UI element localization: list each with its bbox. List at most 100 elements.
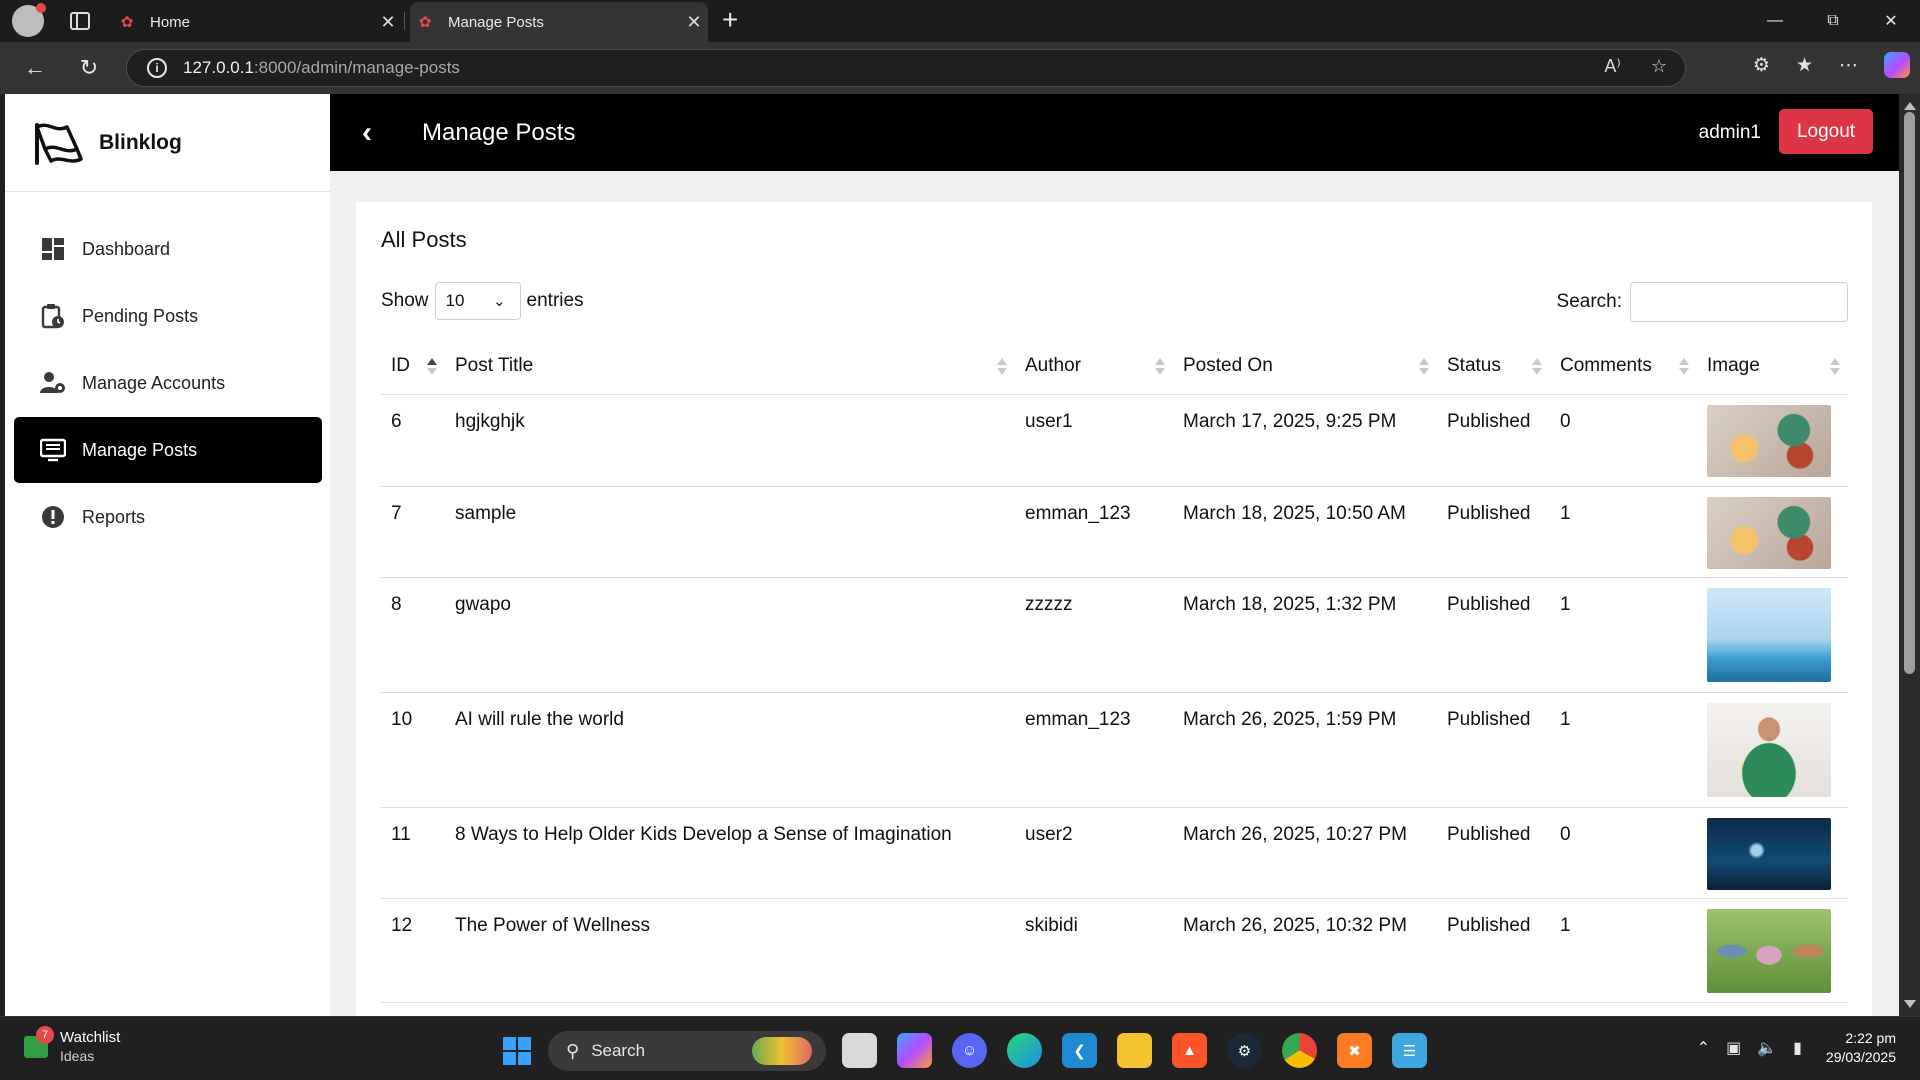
- widget-title: Watchlist: [60, 1029, 121, 1046]
- show-label: Show: [381, 290, 429, 311]
- cell-posted-on: March 26, 2025, 10:27 PM: [1173, 807, 1437, 899]
- cell-comments: 1: [1550, 898, 1697, 1003]
- chevron-left-icon[interactable]: ‹: [362, 117, 386, 147]
- cell-posted-on: March 26, 2025, 10:32 PM: [1173, 898, 1437, 1003]
- cell-comments: 1: [1550, 692, 1697, 808]
- edge-icon[interactable]: [1007, 1033, 1042, 1068]
- column-header-author[interactable]: Author: [1015, 338, 1173, 395]
- post-image-exercise[interactable]: [1707, 908, 1831, 993]
- display-icon[interactable]: ▣: [1726, 1038, 1741, 1058]
- copilot-app-icon[interactable]: [897, 1033, 932, 1068]
- cell-author: user2: [1015, 807, 1173, 899]
- cell-status: Published: [1437, 577, 1550, 693]
- cell-posted-on: March 18, 2025, 10:50 AM: [1173, 486, 1437, 578]
- extensions-icon[interactable]: ⚙: [1753, 54, 1770, 77]
- steam-icon[interactable]: ⚙: [1227, 1033, 1262, 1068]
- column-header-post-title[interactable]: Post Title: [445, 338, 1015, 395]
- brand[interactable]: Blinklog: [5, 94, 330, 192]
- browser-tab-manage-posts[interactable]: ✿ Manage Posts ✕: [410, 2, 708, 42]
- read-aloud-icon[interactable]: A⁾: [1604, 56, 1620, 77]
- taskbar-search[interactable]: ⚲ Search: [548, 1031, 826, 1071]
- table-row[interactable]: 8 gwapo zzzzz March 18, 2025, 1:32 PM Pu…: [381, 577, 1848, 693]
- sidebar-item-dashboard[interactable]: Dashboard: [14, 216, 322, 282]
- scroll-up-icon[interactable]: [1904, 102, 1916, 110]
- tab-actions-icon[interactable]: [70, 12, 90, 30]
- cell-id: 12: [381, 898, 445, 1003]
- close-window-icon[interactable]: ✕: [1862, 0, 1920, 42]
- more-menu-icon[interactable]: ⋯: [1839, 54, 1858, 77]
- post-image-night-sea[interactable]: [1707, 817, 1831, 890]
- volume-icon[interactable]: 🔈: [1757, 1038, 1777, 1058]
- post-image-portrait[interactable]: [1707, 702, 1831, 797]
- search-input[interactable]: [1630, 282, 1848, 322]
- table-row[interactable]: 12 The Power of Wellness skibidi March 2…: [381, 898, 1848, 1003]
- table-row[interactable]: 11 8 Ways to Help Older Kids Develop a S…: [381, 807, 1848, 899]
- chevron-up-icon[interactable]: ⌃: [1697, 1038, 1710, 1058]
- cell-status: Published: [1437, 394, 1550, 487]
- cell-posted-on: March 26, 2025, 1:59 PM: [1173, 692, 1437, 808]
- reload-icon[interactable]: ↻: [72, 51, 106, 85]
- copilot-icon[interactable]: [1884, 52, 1910, 78]
- posts-table: ID Post Title Author Posted On Status Co…: [381, 338, 1848, 1003]
- logout-button[interactable]: Logout: [1779, 109, 1873, 154]
- sidebar-item-label: Manage Posts: [82, 439, 198, 460]
- post-image-food[interactable]: [1707, 404, 1831, 477]
- tab-close-icon[interactable]: ✕: [680, 12, 708, 33]
- favorites-icon[interactable]: ★: [1796, 54, 1813, 77]
- column-header-posted-on[interactable]: Posted On: [1173, 338, 1437, 395]
- site-info-icon[interactable]: i: [147, 58, 167, 78]
- post-image-food[interactable]: [1707, 496, 1831, 569]
- brand-name: Blinklog: [99, 130, 182, 154]
- page-length-select[interactable]: 10 ⌄: [434, 282, 521, 320]
- discord-icon[interactable]: ☺: [952, 1033, 987, 1068]
- cell-image: [1697, 692, 1848, 808]
- file-explorer-icon[interactable]: [1117, 1033, 1152, 1068]
- new-tab-icon[interactable]: +: [722, 6, 738, 34]
- favorite-star-icon[interactable]: ☆: [1651, 56, 1667, 77]
- table-row[interactable]: 10 AI will rule the world emman_123 Marc…: [381, 692, 1848, 808]
- clipboard-clock-icon: [40, 303, 66, 329]
- browser-tab-home[interactable]: ✿ Home ✕: [112, 2, 402, 42]
- cell-comments: 1: [1550, 486, 1697, 578]
- back-arrow-icon[interactable]: ←: [18, 51, 52, 85]
- tab-title: Manage Posts: [448, 13, 544, 31]
- task-view-icon[interactable]: [842, 1033, 877, 1068]
- scrollbar-thumb[interactable]: [1904, 112, 1915, 674]
- cell-author: emman_123: [1015, 692, 1173, 808]
- tab-close-icon[interactable]: ✕: [374, 12, 402, 33]
- column-header-image[interactable]: Image: [1697, 338, 1848, 395]
- watchlist-widget[interactable]: 7 Watchlist Ideas: [24, 1026, 121, 1065]
- profile-avatar[interactable]: [12, 3, 46, 37]
- table-row[interactable]: 6 hgjkghjk user1 March 17, 2025, 9:25 PM…: [381, 394, 1848, 487]
- battery-icon[interactable]: ▮: [1793, 1038, 1802, 1058]
- sidebar-item-pending-posts[interactable]: Pending Posts: [14, 283, 322, 349]
- notepad-icon[interactable]: ☰: [1392, 1033, 1427, 1068]
- post-image-travel[interactable]: [1707, 587, 1831, 682]
- maximize-icon[interactable]: ⧉: [1804, 0, 1862, 42]
- sidebar-item-reports[interactable]: Reports: [14, 484, 322, 550]
- clock-date: 29/03/2025: [1825, 1049, 1896, 1065]
- user-gear-icon: [40, 370, 66, 396]
- sidebar-item-manage-accounts[interactable]: Manage Accounts: [14, 350, 322, 416]
- sidebar-item-manage-posts[interactable]: Manage Posts: [14, 417, 322, 483]
- xampp-icon[interactable]: ✖: [1337, 1033, 1372, 1068]
- windows-start-icon[interactable]: [503, 1037, 531, 1065]
- column-header-comments[interactable]: Comments: [1550, 338, 1697, 395]
- minimize-icon[interactable]: —: [1746, 0, 1804, 42]
- cell-title: sample: [445, 486, 1015, 578]
- column-header-status[interactable]: Status: [1437, 338, 1550, 395]
- table-row[interactable]: 7 sample emman_123 March 18, 2025, 10:50…: [381, 486, 1848, 578]
- cell-author: zzzzz: [1015, 577, 1173, 693]
- page-scrollbar[interactable]: [1899, 94, 1920, 1016]
- scroll-down-icon[interactable]: [1904, 1000, 1916, 1008]
- chrome-icon[interactable]: [1282, 1033, 1317, 1068]
- laravel-favicon-icon: ✿: [418, 14, 432, 31]
- column-header-id[interactable]: ID: [381, 338, 445, 395]
- widget-subtitle: Ideas: [60, 1048, 95, 1064]
- url-field[interactable]: i 127.0.0.1:8000/admin/manage-posts A⁾ ☆: [126, 49, 1686, 87]
- cell-status: Published: [1437, 692, 1550, 808]
- dashboard-icon: [40, 236, 66, 262]
- vscode-icon[interactable]: ❮: [1062, 1033, 1097, 1068]
- clock[interactable]: 2:22 pm 29/03/2025: [1826, 1029, 1896, 1067]
- brave-icon[interactable]: ▲: [1172, 1033, 1207, 1068]
